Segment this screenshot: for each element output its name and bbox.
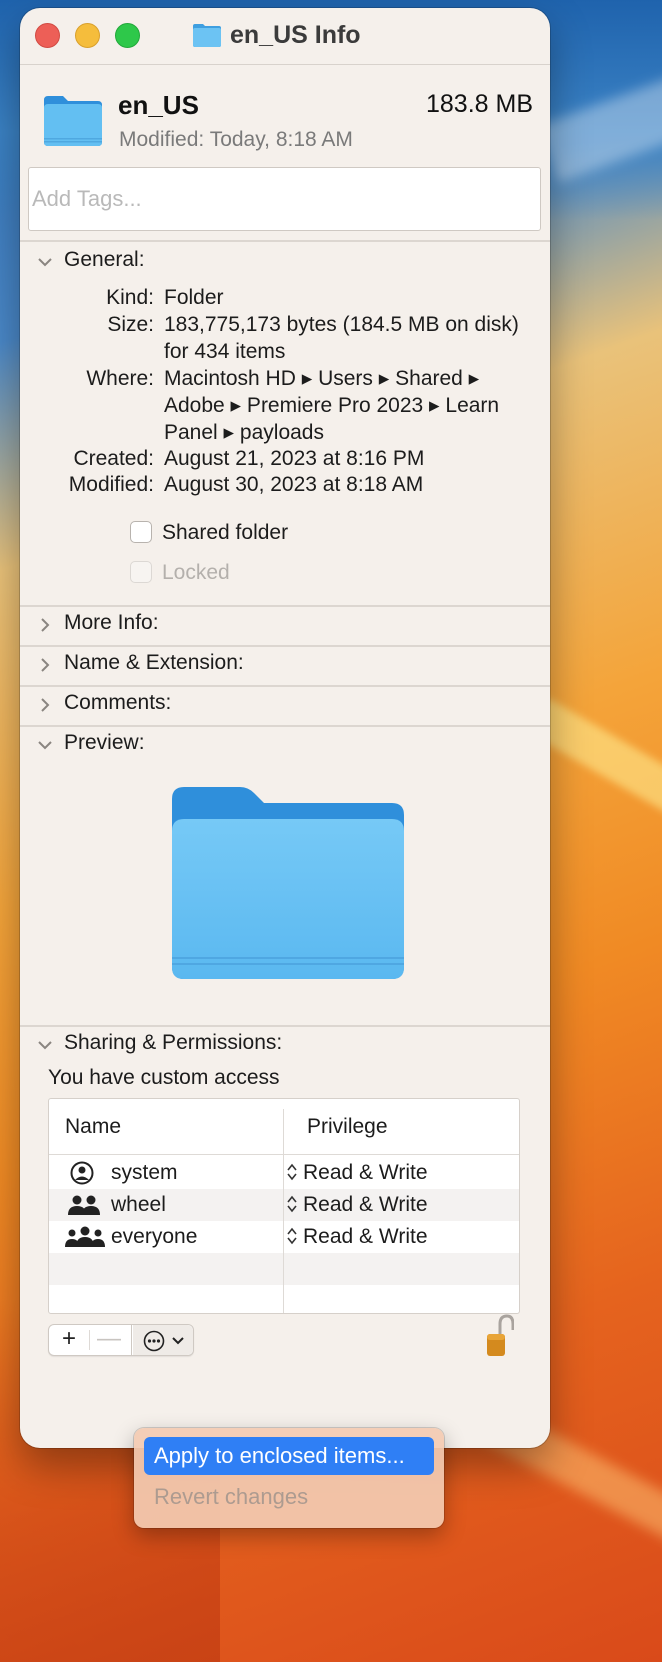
title-bar[interactable]: en_US Info [20, 8, 550, 64]
divider [131, 1325, 132, 1355]
tags-input[interactable] [28, 167, 541, 231]
column-divider [283, 1109, 284, 1313]
chevron-down-icon[interactable] [37, 254, 53, 270]
table-row-empty [49, 1253, 519, 1285]
folder-icon [193, 24, 221, 47]
action-menu-button[interactable] [133, 1325, 193, 1355]
user-name: system [111, 1161, 178, 1184]
section-preview-header[interactable]: Preview: [20, 729, 550, 767]
privilege-value[interactable]: Read & Write [303, 1161, 428, 1185]
section-comments-header[interactable]: Comments: [20, 689, 550, 727]
user-name: everyone [111, 1225, 198, 1248]
table-row[interactable]: wheel Read & Write [49, 1189, 519, 1221]
window-title: en_US Info [192, 20, 361, 50]
user-name: wheel [111, 1193, 166, 1216]
kind-label: Kind: [106, 286, 154, 309]
file-modified: Modified: Today, 8:18 AM [119, 128, 353, 152]
chevron-down-icon[interactable] [37, 737, 53, 753]
file-name: en_US [118, 90, 199, 120]
stepper-icon[interactable] [287, 1163, 297, 1181]
divider [20, 64, 550, 65]
modified-value: August 30, 2023 at 8:18 AM [164, 473, 424, 496]
divider [20, 685, 550, 687]
folder-icon [44, 96, 102, 146]
section-label: Preview: [64, 731, 145, 754]
section-sharing-header[interactable]: Sharing & Permissions: [20, 1029, 550, 1067]
size-label: Size: [107, 313, 154, 336]
access-text: You have custom access [48, 1066, 280, 1089]
table-row[interactable]: system Read & Write [49, 1157, 519, 1189]
modified-value: Today, 8:18 AM [209, 128, 353, 151]
where-value: Macintosh HD ▸ Users ▸ Shared ▸ Adobe ▸ … [164, 367, 500, 444]
stepper-icon[interactable] [287, 1195, 297, 1213]
section-label: Sharing & Permissions: [64, 1031, 283, 1054]
remove-user-button[interactable]: — [89, 1325, 129, 1355]
size-value: 183,775,173 bytes (184.5 MB on disk) for… [164, 313, 519, 363]
privilege-value[interactable]: Read & Write [303, 1193, 428, 1217]
menu-item-revert-changes: Revert changes [154, 1484, 309, 1509]
zoom-button[interactable] [115, 23, 140, 48]
divider [20, 725, 550, 727]
chevron-right-icon[interactable] [37, 617, 53, 633]
group-icon [68, 1195, 100, 1215]
single-user-icon [70, 1161, 94, 1185]
divider [20, 240, 550, 242]
divider [20, 645, 550, 647]
section-more-info-header[interactable]: More Info: [20, 609, 550, 647]
menu-item-apply-enclosed[interactable]: Apply to enclosed items... [144, 1437, 434, 1475]
created-value: August 21, 2023 at 8:16 PM [164, 447, 425, 470]
close-button[interactable] [35, 23, 60, 48]
chevron-down-icon [172, 1337, 184, 1345]
column-header-name[interactable]: Name [65, 1115, 121, 1139]
section-name-extension-header[interactable]: Name & Extension: [20, 649, 550, 687]
everyone-icon [65, 1226, 105, 1247]
minimize-button[interactable] [75, 23, 100, 48]
chevron-down-icon[interactable] [37, 1037, 53, 1053]
permissions-button-group: + — [48, 1324, 194, 1356]
modified-label: Modified: [68, 473, 154, 496]
where-label: Where: [86, 367, 154, 390]
add-user-button[interactable]: + [49, 1325, 89, 1355]
section-label: More Info: [64, 611, 159, 634]
section-label: Comments: [64, 691, 172, 714]
unlocked-icon[interactable] [486, 1314, 514, 1358]
stepper-icon[interactable] [287, 1227, 297, 1245]
divider [20, 1025, 550, 1027]
action-dropdown-menu: Apply to enclosed items... Revert change… [134, 1428, 444, 1528]
locked-checkbox [130, 561, 152, 583]
file-size: 183.8 MB [425, 90, 533, 118]
table-header: Name Privilege [49, 1099, 519, 1155]
info-window: en_US Info en_US 183.8 MB Modified: Toda… [20, 8, 550, 1448]
chevron-right-icon[interactable] [37, 657, 53, 673]
table-row[interactable]: everyone Read & Write [49, 1221, 519, 1253]
created-label: Created: [73, 447, 154, 470]
section-label: Name & Extension: [64, 651, 244, 674]
kind-value: Folder [164, 286, 224, 309]
modified-label: Modified: [119, 128, 205, 151]
shared-folder-label: Shared folder [162, 521, 289, 544]
privilege-value[interactable]: Read & Write [303, 1225, 428, 1249]
chevron-right-icon[interactable] [37, 697, 53, 713]
permissions-table[interactable]: Name Privilege system Read & Write wheel… [48, 1098, 520, 1314]
divider [20, 605, 550, 607]
column-header-privilege[interactable]: Privilege [307, 1115, 388, 1139]
locked-label: Locked [162, 561, 230, 584]
section-general-label: General: [64, 248, 145, 271]
folder-preview-icon [172, 787, 404, 979]
ellipsis-circle-icon [143, 1330, 165, 1352]
window-title-text: en_US Info [230, 20, 361, 49]
shared-folder-checkbox[interactable] [130, 521, 152, 543]
